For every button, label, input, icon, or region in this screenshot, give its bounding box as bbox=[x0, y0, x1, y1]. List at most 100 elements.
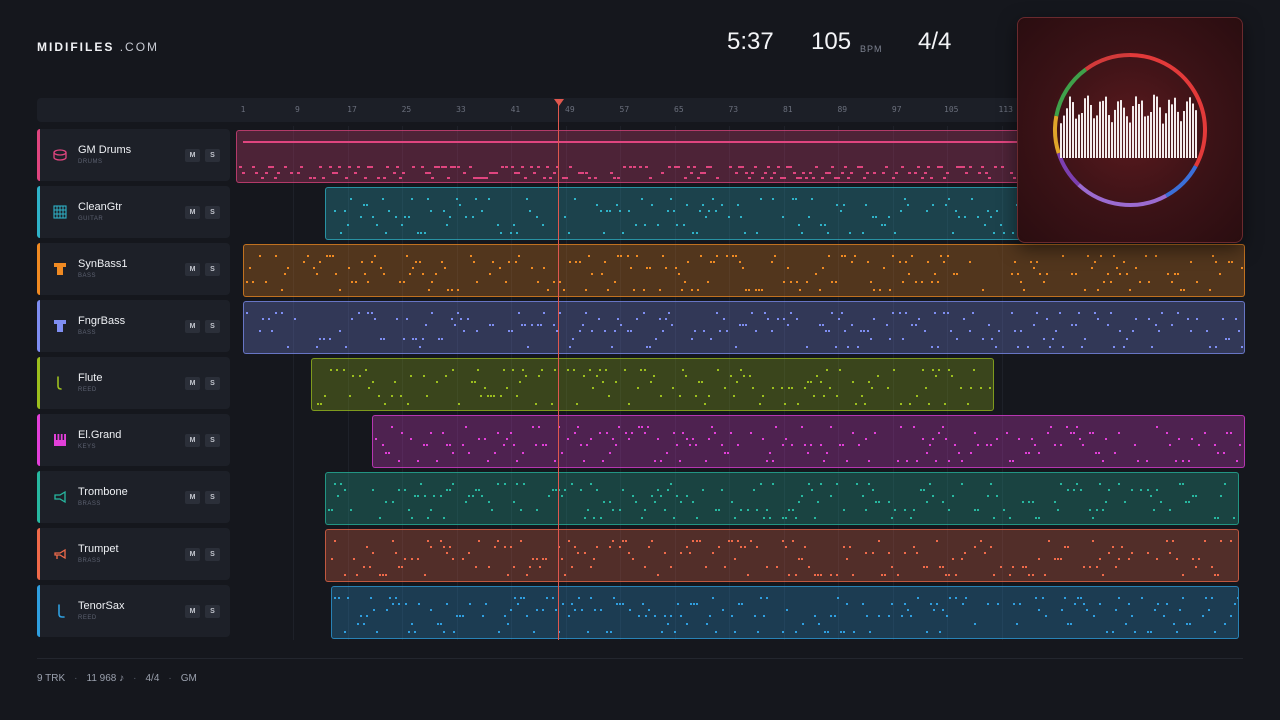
midi-note bbox=[488, 324, 491, 326]
solo-button[interactable]: S bbox=[205, 548, 220, 561]
track-header[interactable]: SynBass1 BASS M S bbox=[37, 243, 230, 295]
midi-note bbox=[1165, 540, 1168, 542]
midi-note bbox=[839, 444, 842, 446]
midi-note bbox=[701, 381, 704, 383]
midi-clip[interactable] bbox=[310, 358, 994, 411]
midi-note bbox=[426, 198, 429, 200]
midi-note bbox=[377, 395, 380, 397]
midi-note bbox=[1063, 546, 1066, 548]
midi-note bbox=[476, 281, 479, 283]
midi-note bbox=[818, 289, 821, 291]
track-header[interactable]: Trombone BRASS M S bbox=[37, 471, 230, 523]
midi-note bbox=[378, 574, 381, 576]
midi-note bbox=[717, 509, 720, 511]
midi-note bbox=[584, 312, 587, 314]
midi-note bbox=[343, 574, 346, 576]
midi-note bbox=[927, 166, 930, 168]
midi-note bbox=[1060, 609, 1063, 611]
midi-note bbox=[740, 603, 743, 605]
solo-button[interactable]: S bbox=[205, 320, 220, 333]
midi-note bbox=[1036, 261, 1039, 263]
midi-note bbox=[404, 603, 407, 605]
midi-note bbox=[898, 312, 901, 314]
midi-note bbox=[519, 540, 522, 542]
midi-clip[interactable] bbox=[331, 586, 1240, 639]
solo-button[interactable]: S bbox=[205, 206, 220, 219]
mute-button[interactable]: M bbox=[185, 491, 200, 504]
midi-clip[interactable] bbox=[324, 529, 1240, 582]
midi-note bbox=[776, 166, 780, 168]
midi-note bbox=[1211, 597, 1214, 599]
playhead[interactable] bbox=[558, 104, 559, 640]
midi-note bbox=[1138, 281, 1141, 283]
midi-note bbox=[1016, 273, 1019, 275]
midi-note bbox=[748, 289, 751, 291]
midi-note bbox=[814, 615, 817, 617]
mute-button[interactable]: M bbox=[185, 434, 200, 447]
midi-note bbox=[1092, 540, 1095, 542]
mute-button[interactable]: M bbox=[185, 320, 200, 333]
playhead-handle[interactable] bbox=[554, 99, 564, 106]
midi-clip[interactable] bbox=[242, 244, 1245, 297]
midi-note bbox=[831, 166, 834, 168]
midi-note bbox=[349, 395, 352, 397]
midi-note bbox=[954, 444, 957, 446]
midi-note bbox=[1092, 517, 1095, 519]
midi-note bbox=[744, 289, 747, 291]
midi-note bbox=[527, 346, 530, 348]
midi-note bbox=[1016, 346, 1019, 348]
solo-button[interactable]: S bbox=[205, 491, 220, 504]
midi-note bbox=[741, 324, 744, 326]
solo-button[interactable]: S bbox=[205, 263, 220, 276]
track-header[interactable]: FngrBass BASS M S bbox=[37, 300, 230, 352]
track-header[interactable]: Trumpet BRASS M S bbox=[37, 528, 230, 580]
visualizer-bar bbox=[1144, 116, 1146, 158]
mute-button[interactable]: M bbox=[185, 605, 200, 618]
midi-note bbox=[362, 566, 365, 568]
mute-button[interactable]: M bbox=[185, 377, 200, 390]
midi-note bbox=[580, 609, 583, 611]
solo-button[interactable]: S bbox=[205, 605, 220, 618]
midi-clip[interactable] bbox=[324, 187, 1042, 240]
midi-note bbox=[486, 395, 489, 397]
mute-button[interactable]: M bbox=[185, 263, 200, 276]
midi-note bbox=[1104, 438, 1107, 440]
midi-note bbox=[637, 387, 640, 389]
midi-note bbox=[329, 369, 332, 371]
midi-clip[interactable] bbox=[236, 130, 1028, 183]
midi-note bbox=[332, 255, 335, 257]
midi-note bbox=[690, 289, 693, 291]
midi-note bbox=[865, 204, 868, 206]
midi-note bbox=[565, 177, 569, 179]
mute-button[interactable]: M bbox=[185, 206, 200, 219]
midi-note bbox=[283, 166, 287, 168]
track-header[interactable]: El.Grand KEYS M S bbox=[37, 414, 230, 466]
midi-note bbox=[781, 387, 784, 389]
track-header[interactable]: Flute REED M S bbox=[37, 357, 230, 409]
track-header[interactable]: GM Drums DRUMS M S bbox=[37, 129, 230, 181]
track-header[interactable]: CleanGtr GUITAR M S bbox=[37, 186, 230, 238]
midi-clip[interactable] bbox=[324, 472, 1240, 525]
visualizer-bar bbox=[1114, 109, 1116, 158]
midi-note bbox=[782, 631, 785, 633]
midi-note bbox=[414, 631, 417, 633]
midi-note bbox=[714, 210, 717, 212]
midi-note bbox=[751, 172, 754, 174]
midi-note bbox=[495, 172, 498, 174]
visualizer-bar bbox=[1150, 111, 1152, 158]
midi-note bbox=[691, 438, 694, 440]
midi-note bbox=[1175, 460, 1178, 462]
midi-note bbox=[465, 501, 468, 503]
midi-note bbox=[452, 631, 455, 633]
track-header[interactable]: TenorSax REED M S bbox=[37, 585, 230, 637]
mute-button[interactable]: M bbox=[185, 548, 200, 561]
midi-note bbox=[881, 224, 884, 226]
mute-button[interactable]: M bbox=[185, 149, 200, 162]
solo-button[interactable]: S bbox=[205, 149, 220, 162]
midi-clip[interactable] bbox=[372, 415, 1245, 468]
midi-clip[interactable] bbox=[242, 301, 1245, 354]
visualizer-ring-segment bbox=[1084, 53, 1131, 71]
midi-note bbox=[689, 603, 692, 605]
solo-button[interactable]: S bbox=[205, 434, 220, 447]
solo-button[interactable]: S bbox=[205, 377, 220, 390]
